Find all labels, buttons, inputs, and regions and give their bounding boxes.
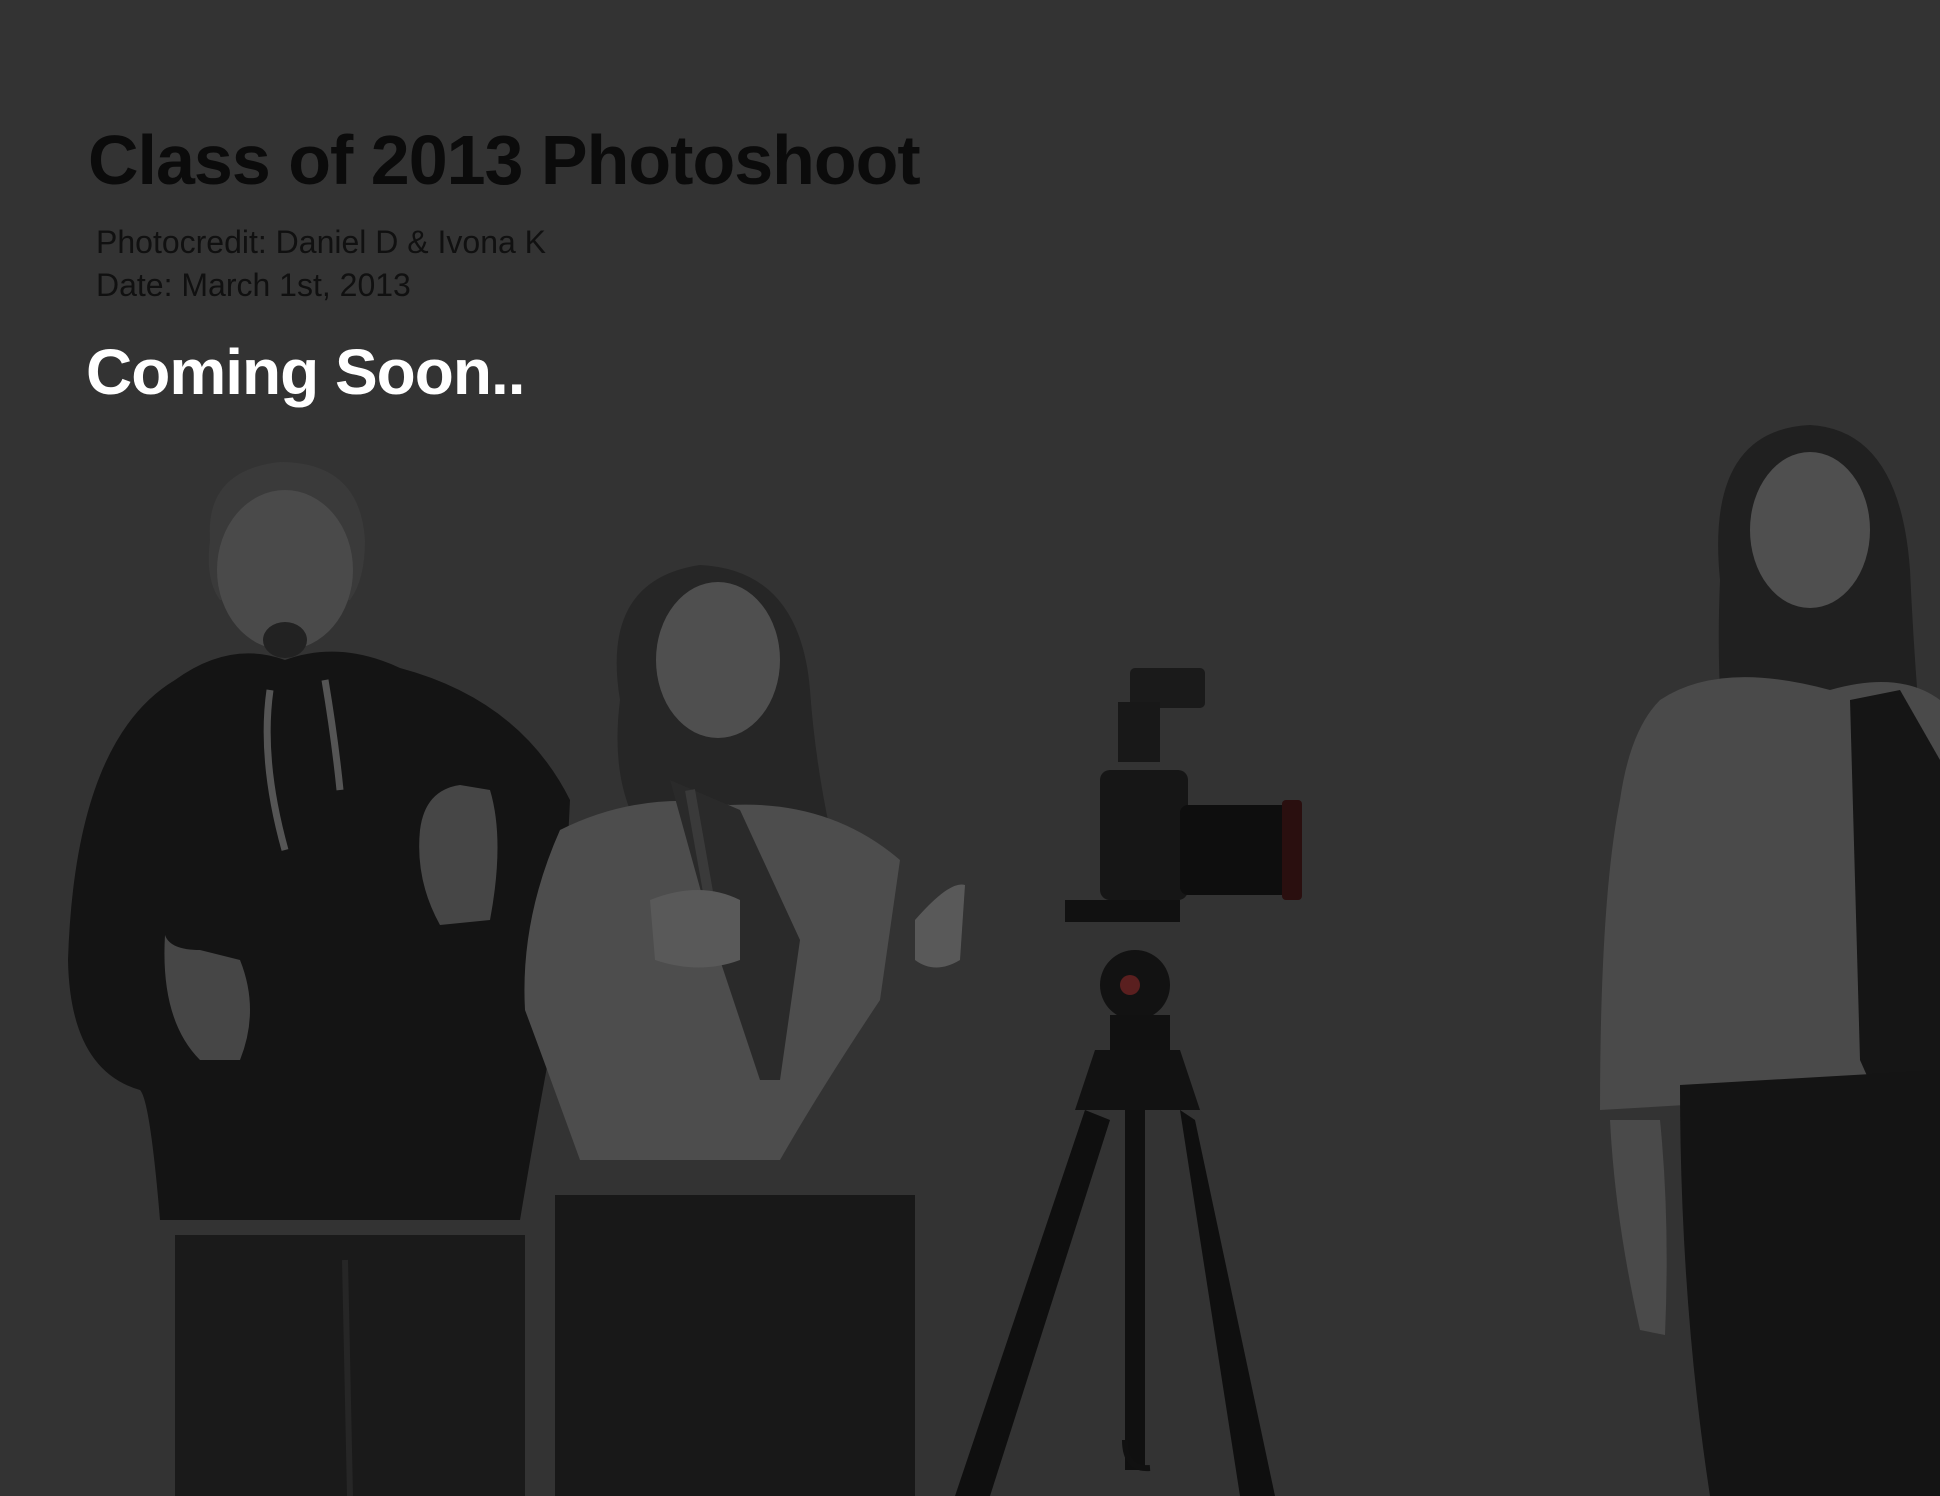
person-girl-scarf bbox=[524, 565, 965, 1496]
person-woman-right bbox=[1600, 425, 1940, 1496]
camera-tripod bbox=[955, 668, 1302, 1496]
person-man-beanie bbox=[68, 462, 570, 1496]
photo-scene bbox=[68, 425, 1940, 1496]
